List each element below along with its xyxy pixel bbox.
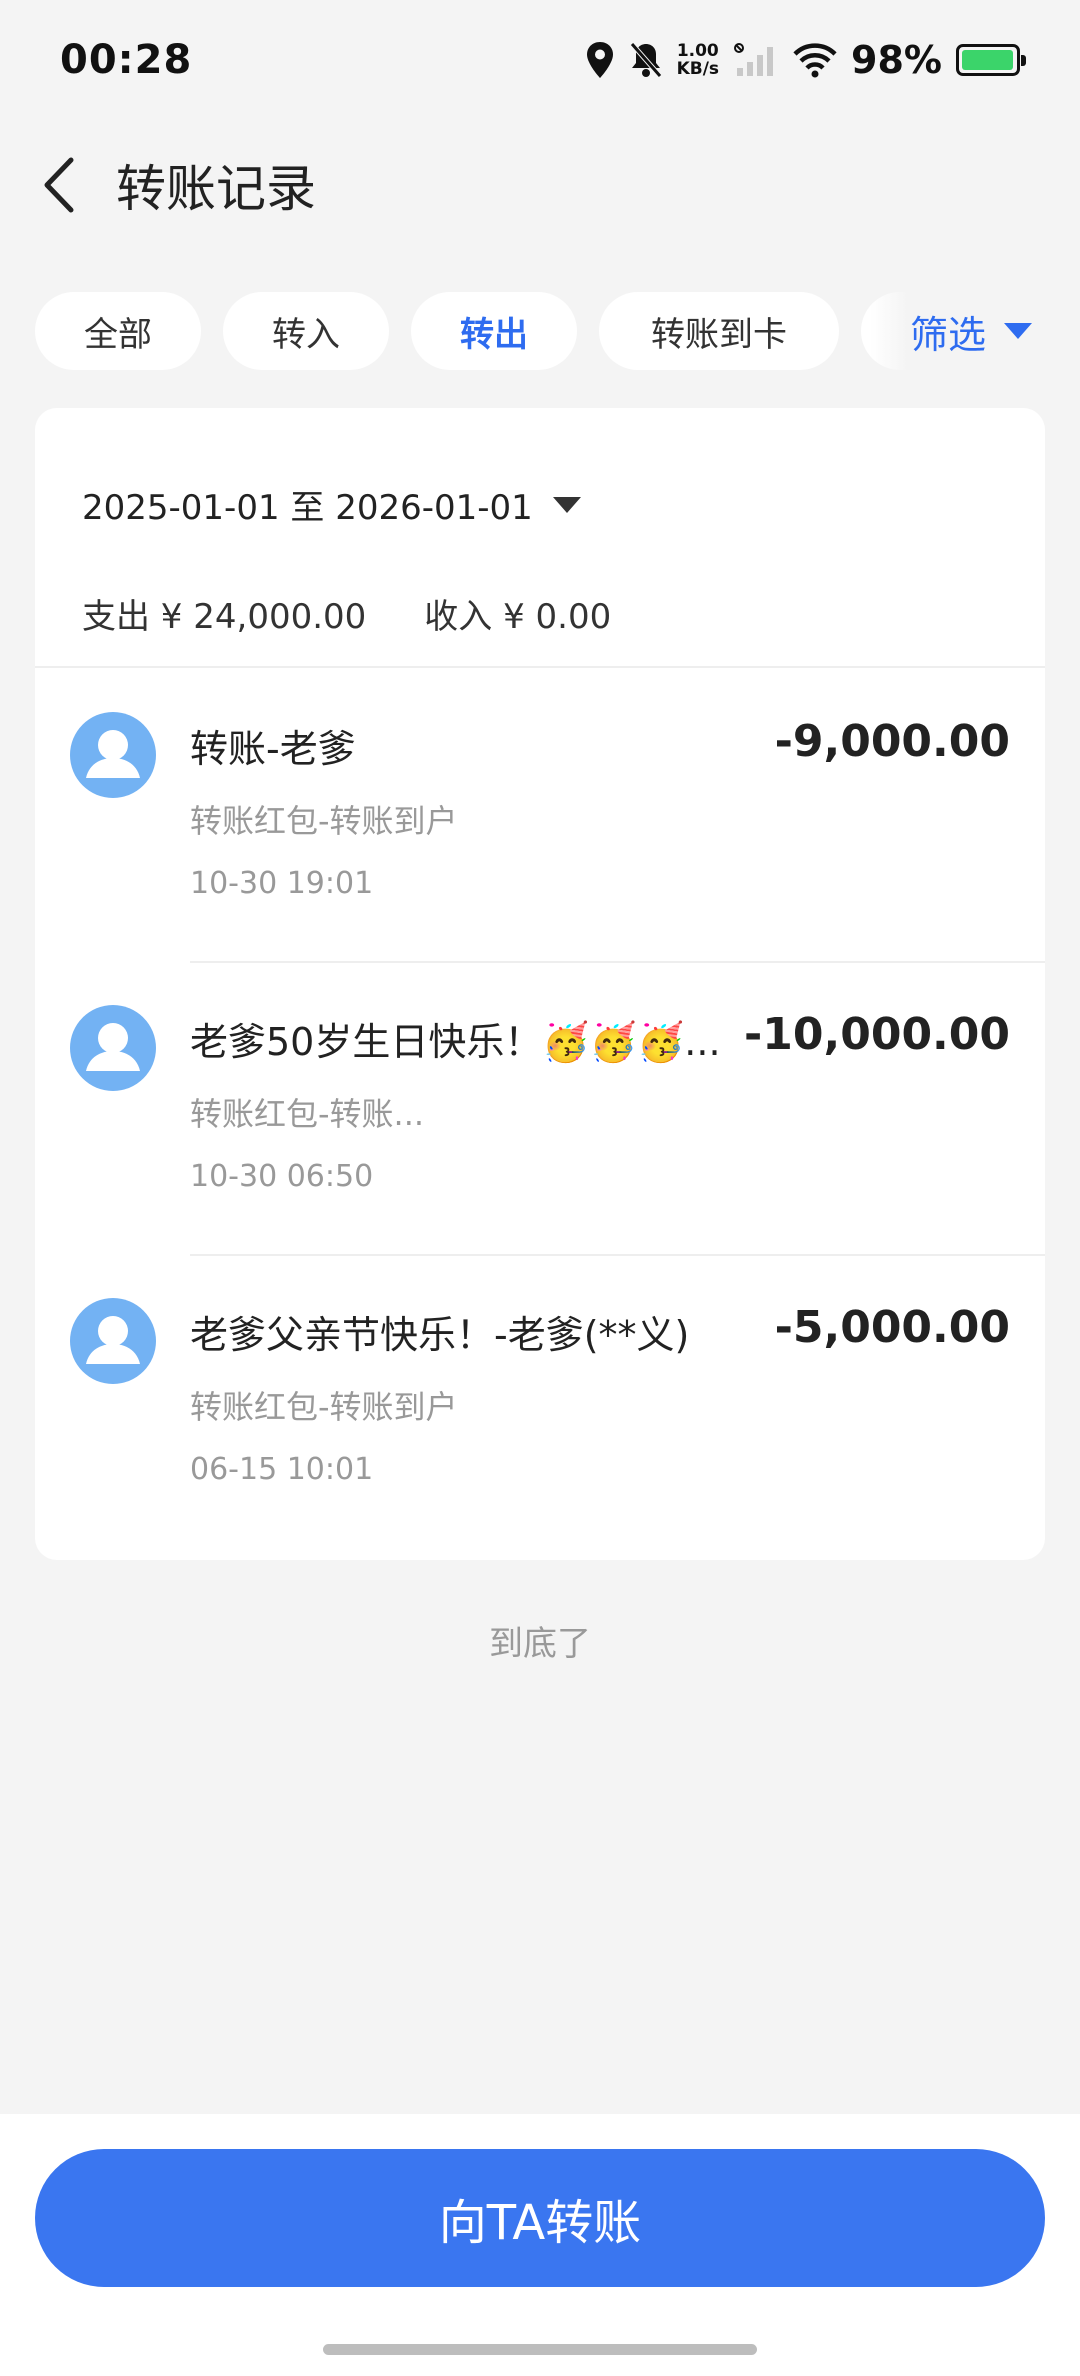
record-subtitle: 转账红包-转账...: [190, 1095, 425, 1133]
app-header: 转账记录: [0, 130, 1080, 240]
wifi-icon: [793, 43, 837, 78]
record-time: 06-15 10:01: [190, 1452, 374, 1487]
record-subtitle: 转账红包-转账到户: [190, 1388, 458, 1426]
status-bar: 00:28 1.00 KB/s 98%: [0, 0, 1080, 120]
battery-fill: [962, 50, 1013, 70]
totals: 支出 ¥ 24,000.00 收入 ¥ 0.00: [82, 589, 1045, 638]
record-amount: -9,000.00: [774, 716, 1010, 767]
income-total: 收入 ¥ 0.00: [424, 597, 612, 637]
signal-icon: [734, 43, 774, 76]
tab-incoming[interactable]: 转入: [223, 292, 389, 370]
record-item[interactable]: 老爹父亲节快乐！-老爹(**义) -5,000.00 转账红包-转账到户 06-…: [35, 1254, 1045, 1547]
record-amount: -10,000.00: [744, 1009, 1010, 1060]
user-avatar-icon: [70, 1005, 156, 1091]
tab-transfer-to-card[interactable]: 转账到卡: [599, 292, 839, 370]
filter-dropdown-icon: [1004, 323, 1033, 339]
record-time: 10-30 06:50: [190, 1159, 374, 1194]
date-range-label: 2025-01-01 至 2026-01-01: [82, 488, 533, 528]
back-arrow-icon: [44, 157, 74, 213]
record-title: 老爹父亲节快乐！-老爹(**义): [190, 1313, 690, 1357]
summary-section: 2025-01-01 至 2026-01-01 支出 ¥ 24,000.00 收…: [35, 408, 1045, 668]
record-amount: -5,000.00: [774, 1302, 1010, 1353]
battery-icon: [956, 44, 1026, 76]
record-item[interactable]: 老爹50岁生日快乐！🥳🥳🥳... -10,000.00 转账红包-转账... 1…: [35, 961, 1045, 1254]
record-title: 转账-老爹: [190, 727, 356, 771]
location-icon: [586, 42, 613, 78]
record-item[interactable]: 转账-老爹 -9,000.00 转账红包-转账到户 10-30 19:01: [35, 668, 1045, 961]
record-time: 10-30 19:01: [190, 866, 374, 901]
filter-button[interactable]: 筛选: [870, 292, 1080, 370]
record-title: 老爹50岁生日快乐！🥳🥳🥳...: [190, 1020, 721, 1064]
expense-total: 支出 ¥ 24,000.00: [82, 597, 367, 637]
network-speed-unit: KB/s: [676, 59, 720, 79]
home-indicator[interactable]: [323, 2344, 757, 2355]
date-dropdown-icon: [552, 496, 581, 513]
status-time: 00:28: [60, 37, 193, 83]
battery-percent: 98%: [851, 38, 942, 82]
date-range-selector[interactable]: 2025-01-01 至 2026-01-01: [82, 480, 1045, 529]
tab-all[interactable]: 全部: [35, 292, 201, 370]
filter-label: 筛选: [910, 312, 987, 357]
network-speed-value: 1.00: [676, 41, 719, 61]
records-card: 2025-01-01 至 2026-01-01 支出 ¥ 24,000.00 收…: [35, 408, 1045, 1560]
record-subtitle: 转账红包-转账到户: [190, 802, 458, 840]
tab-outgoing[interactable]: 转出: [411, 292, 577, 370]
network-speed: 1.00 KB/s: [677, 42, 719, 78]
user-avatar-icon: [70, 1298, 156, 1384]
bottom-bar: 向TA转账: [0, 2114, 1080, 2376]
end-of-list-note: 到底了: [489, 1624, 591, 1664]
back-button[interactable]: [4, 130, 114, 240]
transfer-to-them-button[interactable]: 向TA转账: [35, 2149, 1045, 2287]
status-icons: 1.00 KB/s 98%: [585, 38, 1026, 82]
page-title: 转账记录: [116, 160, 316, 218]
user-avatar-icon: [70, 712, 156, 798]
mute-bell-icon: [629, 42, 662, 78]
